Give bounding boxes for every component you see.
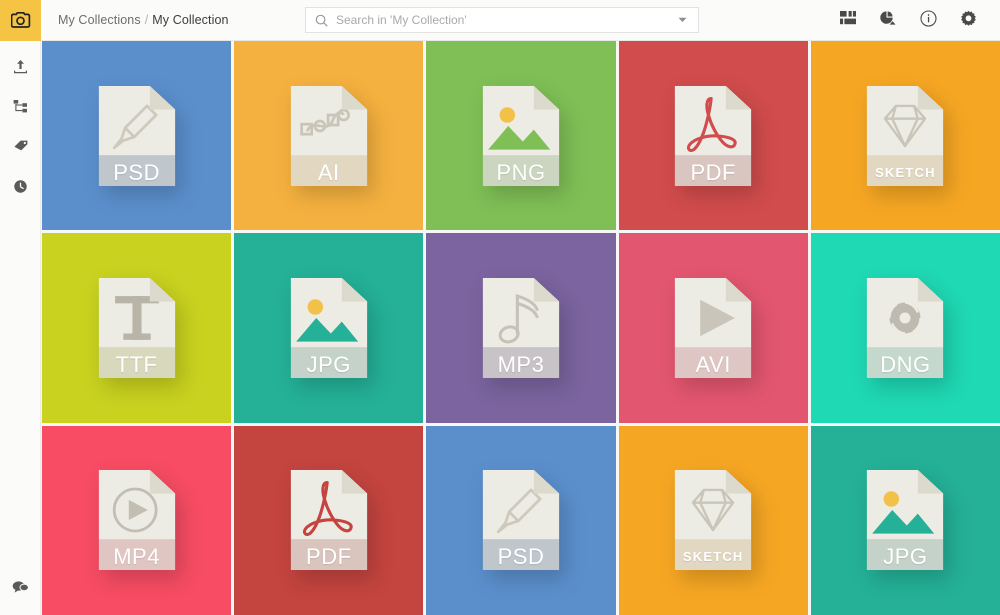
file-tile[interactable]: DNG [810, 233, 1000, 423]
left-sidebar [0, 41, 41, 615]
file-tile[interactable]: PSD [426, 425, 616, 615]
file-tile[interactable]: JPG [234, 233, 424, 423]
file-tile[interactable]: JPG [810, 425, 1000, 615]
file-tile[interactable]: AVI [618, 233, 808, 423]
chevron-down-icon[interactable] [678, 17, 687, 23]
sidebar-item-chat[interactable] [0, 569, 41, 609]
diamond-icon [674, 470, 752, 571]
chat-bubble-icon [12, 580, 29, 599]
file-tile[interactable]: AI [234, 41, 424, 231]
clock-history-icon [13, 179, 28, 199]
sort-button[interactable] [868, 0, 908, 41]
file-icon: DNG [861, 276, 949, 380]
letter-t-icon [98, 277, 175, 379]
settings-button[interactable] [948, 0, 988, 41]
search-input[interactable] [328, 8, 678, 32]
file-icon: AI [285, 84, 373, 188]
acrobat-icon [674, 85, 752, 186]
file-icon: JPG [861, 468, 949, 572]
file-icon: TTF [93, 276, 181, 380]
file-tile[interactable]: PDF [618, 41, 808, 231]
breadcrumb: My Collections / My Collection [58, 13, 229, 27]
paintbrush-icon [482, 470, 560, 571]
file-icon: JPG [285, 276, 373, 380]
acrobat-icon [290, 470, 368, 571]
file-tile[interactable]: SKETCH [618, 425, 808, 615]
file-tile[interactable]: MP3 [426, 233, 616, 423]
file-tile[interactable]: PDF [234, 425, 424, 615]
file-icon: PSD [93, 84, 181, 188]
pen-path-icon [290, 85, 368, 186]
sidebar-bottom-group [0, 569, 41, 609]
file-grid: PSD AI PNG PDF SKETCH TTF JPG MP3 AVI DN… [42, 41, 1000, 615]
file-icon: MP4 [93, 468, 181, 572]
file-tile[interactable]: PSD [42, 41, 232, 231]
sidebar-top-group [0, 41, 40, 209]
file-icon: SKETCH [669, 468, 757, 572]
breadcrumb-root[interactable]: My Collections [58, 13, 141, 27]
sidebar-item-upload[interactable] [0, 49, 41, 89]
sidebar-item-history[interactable] [0, 169, 41, 209]
tag-icon [13, 139, 29, 159]
paintbrush-icon [98, 85, 175, 186]
file-icon: PDF [285, 468, 373, 572]
info-circle-icon [919, 9, 937, 32]
app-logo[interactable] [0, 0, 41, 41]
file-tile[interactable]: TTF [42, 233, 232, 423]
search-icon [315, 14, 328, 27]
file-tile[interactable]: SKETCH [810, 41, 1000, 231]
image-icon [482, 85, 560, 186]
upload-icon [13, 59, 28, 79]
play-circle-icon [98, 470, 175, 571]
grid-view-button[interactable] [828, 0, 868, 41]
app-root: My Collections / My Collection Search in… [0, 0, 1000, 615]
sidebar-item-tags[interactable] [0, 129, 41, 169]
grid-icon [840, 11, 856, 30]
music-note-icon [482, 277, 560, 379]
breadcrumb-separator: / [144, 13, 149, 27]
file-icon: PDF [669, 84, 757, 188]
aperture-icon [867, 277, 944, 379]
file-icon: AVI [669, 276, 757, 380]
camera-icon [10, 11, 31, 29]
file-icon: MP3 [477, 276, 565, 380]
gear-icon [960, 10, 977, 32]
file-icon: PSD [477, 468, 565, 572]
sort-pie-icon [879, 10, 897, 31]
file-icon: SKETCH [861, 84, 949, 188]
image-icon [290, 277, 368, 379]
sidebar-item-hierarchy[interactable] [0, 89, 41, 129]
image-icon [867, 470, 944, 571]
play-triangle-icon [674, 277, 752, 379]
info-button[interactable] [908, 0, 948, 41]
file-tile[interactable]: MP4 [42, 425, 232, 615]
tree-structure-icon [13, 99, 28, 119]
search-bar[interactable] [305, 7, 699, 33]
header-actions [828, 0, 1000, 41]
app-header: My Collections / My Collection [0, 0, 1000, 41]
file-icon: PNG [477, 84, 565, 188]
breadcrumb-current[interactable]: My Collection [152, 13, 228, 27]
diamond-icon [867, 85, 944, 186]
file-tile[interactable]: PNG [426, 41, 616, 231]
